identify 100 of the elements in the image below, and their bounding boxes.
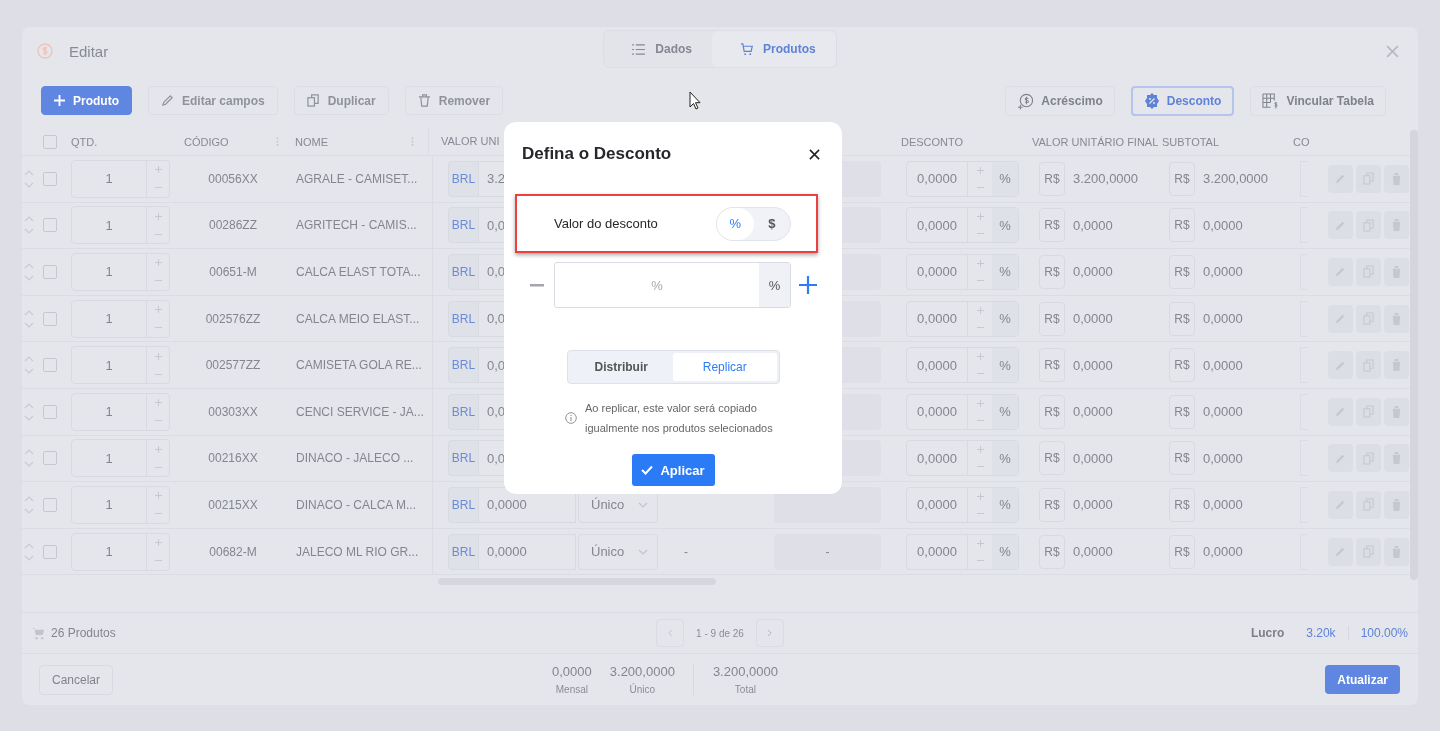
duplicate-button[interactable]	[1356, 258, 1381, 286]
reorder-icon[interactable]	[24, 308, 34, 329]
reorder-icon[interactable]	[24, 355, 34, 376]
cancel-button[interactable]: Cancelar	[39, 664, 114, 695]
duplicate-button[interactable]	[1356, 490, 1381, 519]
quantity-stepper[interactable]: 1	[71, 159, 170, 198]
previous-page-button[interactable]	[656, 619, 685, 647]
minus-icon[interactable]	[976, 277, 984, 284]
update-button[interactable]: Atualizar	[1325, 665, 1400, 694]
duplicate-button[interactable]	[1356, 397, 1381, 426]
row-checkbox[interactable]	[43, 451, 57, 466]
delete-button[interactable]	[1384, 304, 1409, 333]
plus-icon[interactable]	[799, 276, 817, 294]
discount-field[interactable]: 0,0000 %	[906, 440, 1019, 477]
column-header: VALOR UNI	[428, 128, 500, 155]
edit-button[interactable]	[1328, 397, 1353, 426]
table-cell: DINACO - JALECO ...	[296, 435, 433, 482]
table-dollar-icon	[1262, 92, 1280, 110]
quantity-stepper[interactable]: 1	[71, 392, 170, 431]
mode-option[interactable]: Distribuir	[569, 353, 673, 381]
row-checkbox[interactable]	[43, 497, 57, 512]
duplicate-button[interactable]	[1356, 444, 1381, 473]
row-checkbox[interactable]	[43, 218, 57, 233]
delete-button[interactable]	[1384, 211, 1409, 240]
total-value: 0,0000	[552, 664, 592, 679]
reorder-icon[interactable]	[24, 262, 34, 282]
quantity-stepper[interactable]: 1	[71, 439, 170, 478]
delete-button[interactable]	[1384, 490, 1409, 519]
discount-field[interactable]: 0,0000 %	[906, 486, 1019, 523]
column-header: SUBTOTAL	[1162, 135, 1221, 148]
next-page-button[interactable]	[755, 619, 784, 647]
quantity-stepper[interactable]: 1	[71, 485, 170, 524]
quantity-stepper[interactable]: 1	[71, 299, 170, 338]
value-input[interactable]: %	[555, 263, 759, 307]
reorder-icon[interactable]	[24, 448, 34, 469]
delete-button[interactable]	[1384, 397, 1409, 426]
toolbar-button[interactable]: Acréscimo	[1005, 86, 1115, 116]
delete-button[interactable]	[1384, 537, 1409, 566]
subtotal-field: R$ 0,0000	[1169, 486, 1288, 523]
edit-button[interactable]	[1328, 444, 1353, 473]
edit-button[interactable]	[1328, 164, 1353, 193]
row-checkbox[interactable]	[43, 171, 57, 186]
discount-field[interactable]: 0,0000 %	[906, 254, 1019, 290]
select-all-checkbox[interactable]	[43, 134, 57, 149]
duplicate-button[interactable]	[1356, 164, 1381, 193]
quantity-stepper[interactable]: 1	[71, 206, 170, 245]
reorder-icon[interactable]	[24, 494, 34, 515]
reorder-icon[interactable]	[24, 215, 34, 236]
total-label: Total	[734, 684, 756, 695]
apply-button[interactable]: Aplicar	[631, 454, 715, 486]
discount-field[interactable]: 0,0000 %	[906, 300, 1019, 337]
unit-value-field[interactable]: 0,0000	[479, 533, 576, 570]
page-range: 1 - 9 de 26	[696, 627, 744, 639]
currency-addon: BRL	[448, 300, 479, 337]
edit-button[interactable]	[1328, 351, 1353, 380]
duplicate-button[interactable]	[1356, 351, 1381, 380]
billing-select[interactable]: Único	[578, 533, 658, 570]
duplicate-button[interactable]	[1356, 537, 1381, 566]
chevron-down-icon	[638, 548, 649, 555]
toolbar-button[interactable]: Desconto	[1130, 86, 1235, 116]
final-value-field: R$ 0,0000	[1039, 347, 1158, 384]
minus-icon[interactable]	[530, 283, 544, 287]
reorder-icon[interactable]	[24, 541, 34, 562]
edit-button[interactable]	[1328, 258, 1353, 286]
quantity-stepper[interactable]: 1	[71, 346, 170, 385]
row-checkbox[interactable]	[43, 311, 57, 326]
edit-button[interactable]	[1328, 304, 1353, 333]
row-checkbox[interactable]	[43, 358, 57, 373]
currency-addon: BRL	[448, 393, 479, 430]
unit-option[interactable]: $	[753, 207, 790, 240]
duplicate-button[interactable]	[1356, 211, 1381, 240]
discount-field[interactable]: 0,0000 %	[906, 393, 1019, 430]
delete-button[interactable]	[1384, 351, 1409, 380]
discount-field[interactable]: % %	[554, 262, 791, 308]
discount-field[interactable]: 0,0000 %	[906, 160, 1019, 197]
reorder-icon[interactable]	[24, 168, 34, 189]
delete-button[interactable]	[1384, 444, 1409, 473]
quantity-stepper[interactable]: 1	[71, 253, 170, 291]
edit-button[interactable]	[1328, 537, 1353, 566]
discount-field[interactable]: 0,0000 %	[906, 533, 1019, 570]
quantity-stepper[interactable]: 1	[71, 532, 170, 571]
duplicate-button[interactable]	[1356, 304, 1381, 333]
tab[interactable]: Dados	[604, 31, 712, 67]
toolbar-button[interactable]: Vincular Tabela	[1250, 86, 1386, 116]
row-checkbox[interactable]	[43, 544, 57, 559]
edit-button[interactable]	[1328, 211, 1353, 240]
unit-option[interactable]: %	[717, 207, 754, 240]
row-checkbox[interactable]	[43, 265, 57, 279]
discount-field[interactable]: 0,0000 %	[906, 347, 1019, 384]
discount-field[interactable]: 0,0000 %	[906, 207, 1019, 244]
reorder-icon[interactable]	[24, 401, 34, 422]
tab[interactable]: Produtos	[712, 31, 836, 67]
table-cell-text: 00651-M	[208, 265, 258, 279]
toolbar-button[interactable]: Produto	[41, 86, 132, 115]
edit-button[interactable]	[1328, 490, 1353, 519]
close-icon[interactable]	[809, 148, 820, 160]
row-checkbox[interactable]	[43, 404, 57, 419]
delete-button[interactable]	[1384, 258, 1409, 286]
delete-button[interactable]	[1384, 164, 1409, 193]
mode-option[interactable]: Replicar	[673, 353, 777, 381]
